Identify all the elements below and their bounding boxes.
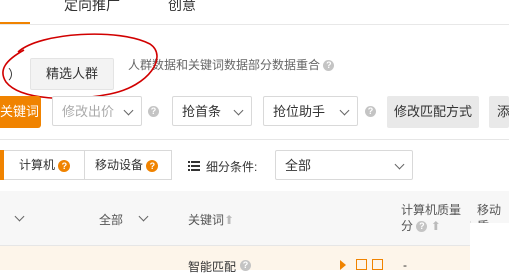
position-assistant-select[interactable]: 抢位助手 [263, 96, 358, 126]
chevron-down-icon[interactable] [14, 211, 25, 222]
device-accent [0, 150, 4, 180]
chart-icon[interactable] [356, 259, 367, 270]
play-icon[interactable] [340, 260, 346, 270]
chevron-down-icon [394, 159, 405, 170]
keyword-header-label: 关键词 [188, 213, 225, 227]
chevron-down-icon [339, 105, 350, 116]
add-keyword-label: 关键词 [0, 104, 40, 119]
modify-match-button[interactable]: 修改匹配方式 [387, 96, 479, 128]
top-tab-bar: 推） 定向推广 创意 [0, 0, 509, 25]
device-mobile-label: 移动设备 [95, 158, 144, 172]
table-header: 全部 关键词⬆ 计算机质量 分 ? ⬆ 移动质 [0, 191, 509, 245]
modify-bid-select[interactable]: 修改出价 [52, 96, 142, 126]
chevron-down-icon[interactable] [138, 211, 149, 222]
add-keyword-button[interactable]: 关键词 [0, 96, 41, 128]
help-icon[interactable]: ? [323, 60, 335, 72]
computer-quality-header: 计算机质量 分 ? ⬆ [401, 202, 461, 234]
all-filter-label[interactable]: 全部 [99, 212, 123, 228]
computer-quality-line2: 分 [401, 219, 414, 233]
help-icon[interactable]: ? [146, 159, 159, 172]
first-position-select[interactable]: 抢首条 [172, 96, 252, 126]
help-icon[interactable]: ? [416, 221, 428, 233]
add-button-partial[interactable]: 添 [489, 96, 509, 128]
segment-label: 细分条件: [206, 160, 258, 174]
help-icon[interactable]: ? [365, 106, 376, 117]
red-annotation-circle [2, 33, 158, 100]
sort-arrow-icon[interactable]: ⬆ [224, 213, 234, 227]
modify-match-label: 修改匹配方式 [393, 104, 472, 119]
mobile-quality-cell [470, 223, 509, 270]
computer-quality-line1: 计算机质量 [401, 203, 462, 217]
match-type-cell: 智能匹配 [188, 260, 237, 274]
keyword-header[interactable]: 关键词⬆ [188, 212, 234, 228]
table-row: 智能匹配 ? - [0, 223, 509, 274]
edit-icon[interactable] [372, 259, 383, 270]
toolbar-divider [0, 139, 509, 140]
modify-bid-label: 修改出价 [62, 104, 115, 119]
help-icon[interactable]: ? [58, 159, 71, 172]
segment-select[interactable]: 全部 [275, 150, 413, 180]
device-filter: 计算机 ? 移动设备 ? [0, 150, 172, 180]
chevron-down-icon [123, 105, 134, 116]
segment-value: 全部 [285, 158, 312, 173]
position-assistant-label: 抢位助手 [273, 104, 326, 119]
list-icon [188, 160, 200, 171]
tab-active-indicator [0, 22, 30, 24]
device-divider [84, 151, 85, 179]
add-partial-label: 添 [497, 104, 509, 119]
device-mobile[interactable]: 移动设备 ? [95, 151, 159, 179]
first-position-label: 抢首条 [182, 104, 222, 119]
device-computer[interactable]: 计算机 ? [19, 151, 71, 179]
sort-arrow-icon[interactable]: ⬆ [431, 219, 441, 233]
tab-targeted-promotion[interactable]: 定向推广 [64, 0, 120, 14]
chevron-down-icon [233, 105, 244, 116]
tab-creative[interactable]: 创意 [168, 0, 196, 14]
device-computer-label: 计算机 [19, 158, 56, 172]
help-icon[interactable]: ? [240, 260, 251, 271]
help-icon[interactable]: ? [148, 106, 159, 117]
